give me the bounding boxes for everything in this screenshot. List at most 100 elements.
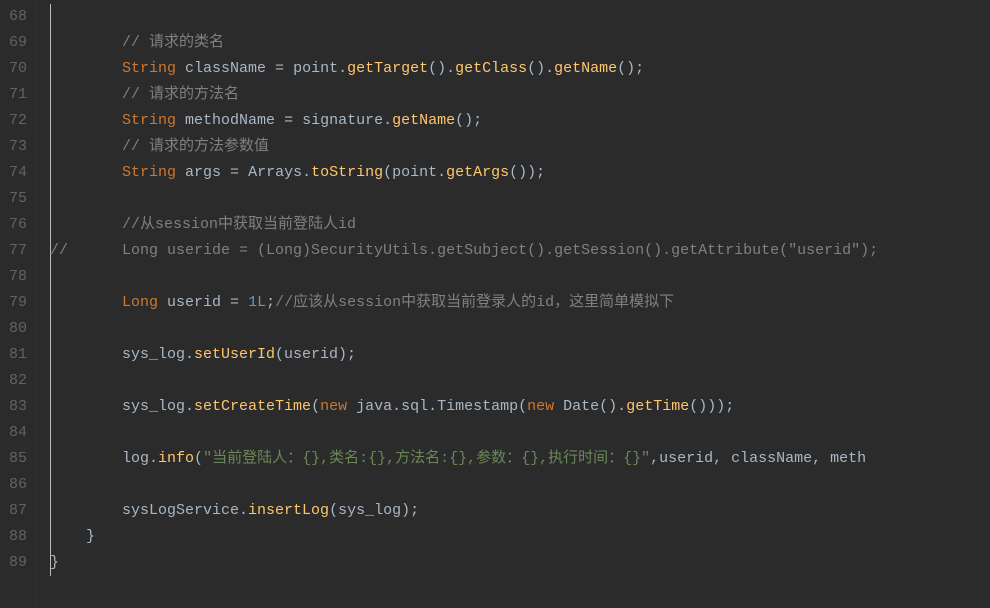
code-token: getTarget (347, 60, 428, 77)
code-token: } (50, 528, 95, 545)
code-token: Arrays. (248, 164, 311, 181)
code-token: sys_log. (50, 346, 194, 363)
line-number: 70 (0, 56, 27, 82)
code-token: = (230, 164, 248, 181)
code-line[interactable]: String className = point.getTarget().get… (50, 56, 990, 82)
code-token: ; (266, 294, 275, 311)
code-token: // 请求的方法名 (122, 86, 239, 103)
code-token: String (122, 112, 185, 129)
code-token: ()); (509, 164, 545, 181)
line-number: 77 (0, 238, 27, 264)
code-content[interactable]: // 请求的类名 String className = point.getTar… (50, 4, 990, 576)
code-token: (). (428, 60, 455, 77)
code-line[interactable]: sysLogService.insertLog(sys_log); (50, 498, 990, 524)
code-token: // 请求的方法参数值 (122, 138, 269, 155)
code-line[interactable]: String methodName = signature.getName(); (50, 108, 990, 134)
code-token (50, 294, 122, 311)
code-line[interactable] (50, 186, 990, 212)
code-token: ( (311, 398, 320, 415)
code-token: insertLog (248, 502, 329, 519)
code-token: = (275, 60, 293, 77)
code-token: String (122, 60, 185, 77)
code-line[interactable] (50, 316, 990, 342)
code-token (50, 60, 122, 77)
line-number: 73 (0, 134, 27, 160)
code-line[interactable] (50, 368, 990, 394)
code-token: setCreateTime (194, 398, 311, 415)
line-number: 89 (0, 550, 27, 576)
line-number: 80 (0, 316, 27, 342)
code-token: (); (617, 60, 644, 77)
code-token (50, 86, 122, 103)
code-line[interactable] (50, 4, 990, 30)
code-token: getName (554, 60, 617, 77)
code-token: String (122, 164, 185, 181)
code-line[interactable] (50, 264, 990, 290)
code-token: "当前登陆人：{},类名:{},方法名:{},参数：{},执行时间：{}" (203, 450, 650, 467)
code-token (50, 164, 122, 181)
code-line[interactable]: } (50, 550, 990, 576)
code-token: Timestamp (437, 398, 518, 415)
code-token: ,userid, className, meth (650, 450, 866, 467)
code-editor[interactable]: 6869707172737475767778798081828384858687… (0, 0, 990, 608)
code-token: args (185, 164, 230, 181)
code-token: log. (50, 450, 158, 467)
code-line[interactable]: Long userid = 1L;//应该从session中获取当前登录人的id… (50, 290, 990, 316)
code-token: sysLogService. (50, 502, 248, 519)
code-line[interactable]: // Long useride = (Long)SecurityUtils.ge… (50, 238, 990, 264)
code-token: getClass (455, 60, 527, 77)
code-token: (). (527, 60, 554, 77)
code-line[interactable] (50, 472, 990, 498)
code-line[interactable]: } (50, 524, 990, 550)
code-line[interactable]: // 请求的方法参数值 (50, 134, 990, 160)
code-line[interactable]: sys_log.setCreateTime(new java.sql.Times… (50, 394, 990, 420)
code-line[interactable]: //从session中获取当前登陆人id (50, 212, 990, 238)
code-line[interactable] (50, 420, 990, 446)
line-number: 71 (0, 82, 27, 108)
code-token: //应该从session中获取当前登录人的id，这里简单模拟下 (275, 294, 674, 311)
code-line[interactable]: // 请求的方法名 (50, 82, 990, 108)
code-token: setUserId (194, 346, 275, 363)
code-token: getArgs (446, 164, 509, 181)
code-token: (sys_log); (329, 502, 419, 519)
code-token: // Long useride = (Long)SecurityUtils.ge… (50, 242, 878, 259)
code-token: 1L (248, 294, 266, 311)
code-line[interactable]: sys_log.setUserId(userid); (50, 342, 990, 368)
code-token: = (284, 112, 302, 129)
code-token: methodName (185, 112, 284, 129)
line-number: 84 (0, 420, 27, 446)
line-number: 75 (0, 186, 27, 212)
code-line[interactable]: String args = Arrays.toString(point.getA… (50, 160, 990, 186)
line-number: 88 (0, 524, 27, 550)
line-number: 81 (0, 342, 27, 368)
code-area[interactable]: // 请求的类名 String className = point.getTar… (36, 0, 990, 608)
line-number: 86 (0, 472, 27, 498)
code-token: (point. (383, 164, 446, 181)
code-token: point. (293, 60, 347, 77)
text-caret (50, 4, 51, 576)
code-token: info (158, 450, 194, 467)
code-line[interactable]: log.info("当前登陆人：{},类名:{},方法名:{},参数：{},执行… (50, 446, 990, 472)
code-token: sys_log. (50, 398, 194, 415)
code-token (50, 216, 122, 233)
code-token: new (320, 398, 356, 415)
line-number: 72 (0, 108, 27, 134)
code-token: = (230, 294, 248, 311)
line-number: 68 (0, 4, 27, 30)
code-token (50, 112, 122, 129)
line-number: 78 (0, 264, 27, 290)
code-token: ( (194, 450, 203, 467)
code-token: //从session中获取当前登陆人id (122, 216, 356, 233)
code-token (50, 34, 122, 51)
code-token (50, 138, 122, 155)
code-token: className (185, 60, 275, 77)
code-token: java.sql. (356, 398, 437, 415)
code-line[interactable]: // 请求的类名 (50, 30, 990, 56)
code-token: (userid); (275, 346, 356, 363)
line-number: 79 (0, 290, 27, 316)
code-token: toString (311, 164, 383, 181)
code-token: ())); (689, 398, 734, 415)
code-token: // 请求的类名 (122, 34, 224, 51)
code-token: getName (392, 112, 455, 129)
line-number: 82 (0, 368, 27, 394)
